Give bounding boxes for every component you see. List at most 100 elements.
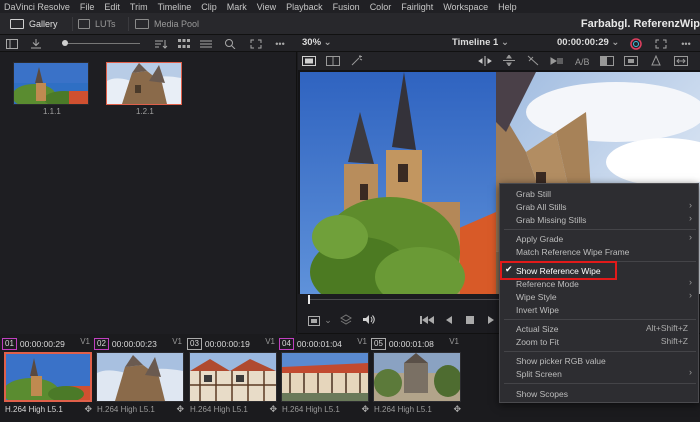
download-icon[interactable]	[30, 38, 42, 49]
skip-to-start-icon[interactable]	[420, 314, 434, 325]
wipe-box-icon[interactable]	[624, 55, 638, 66]
timecode-display[interactable]: 00:00:00:29 ⌄	[557, 37, 619, 48]
clip-codec: H.264 High L5.1	[5, 405, 63, 414]
timecode-value: 00:00:00:29	[557, 37, 609, 48]
wipe-vertical-icon[interactable]	[502, 55, 516, 66]
search-icon[interactable]	[224, 38, 236, 49]
menu-item-grab-all-stills[interactable]: Grab All Stills ›	[500, 200, 698, 213]
playhead[interactable]	[308, 295, 310, 304]
menu-playback[interactable]: Playback	[286, 2, 323, 12]
clip-item[interactable]: 05 00:00:01:08 V1 H.264 High L5.1 ✥	[371, 334, 463, 422]
luts-icon	[78, 19, 90, 29]
panel-tab-row: Gallery LUTs Media Pool Farbabgl. Refere…	[0, 13, 700, 35]
svg-text:A/B: A/B	[575, 57, 590, 66]
menu-mark[interactable]: Mark	[227, 2, 247, 12]
still-label: 1.1.1	[43, 107, 61, 116]
thumbnail-size-slider-knob[interactable]	[62, 40, 68, 46]
menu-item-match-reference-wipe-frame[interactable]: Match Reference Wipe Frame	[500, 245, 698, 258]
menu-item-shortcut: Alt+Shift+Z	[645, 323, 688, 333]
menu-item-show-picker-rgb-value[interactable]: Show picker RGB value	[500, 354, 698, 367]
wipe-diagonal-icon[interactable]	[526, 55, 540, 66]
single-viewer-icon[interactable]	[302, 55, 316, 66]
menu-edit[interactable]: Edit	[104, 2, 120, 12]
clip-number: 02	[94, 337, 109, 350]
menu-fairlight[interactable]: Fairlight	[401, 2, 433, 12]
menu-timeline[interactable]: Timeline	[158, 2, 192, 12]
menu-davinci-resolve[interactable]: DaVinci Resolve	[4, 2, 70, 12]
sort-icon[interactable]	[154, 38, 168, 49]
gallery-still[interactable]	[12, 62, 89, 108]
chevron-right-icon: ›	[689, 213, 692, 223]
clip-header: 05 00:00:01:08	[371, 337, 434, 350]
list-view-icon[interactable]	[200, 38, 212, 49]
timeline-selector[interactable]: Timeline 1 ⌄	[452, 37, 509, 48]
menu-item-actual-size[interactable]: Actual Size Alt+Shift+Z	[500, 322, 698, 335]
split-viewer-icon[interactable]	[326, 55, 340, 66]
menu-item-grab-missing-stills[interactable]: Grab Missing Stills ›	[500, 213, 698, 226]
menu-trim[interactable]: Trim	[130, 2, 148, 12]
menu-item-label: Grab Still	[516, 188, 551, 199]
menu-item-grab-still[interactable]: Grab Still	[500, 187, 698, 200]
tab-media-pool[interactable]: Media Pool	[135, 13, 199, 35]
clip-timecode: 00:00:00:23	[111, 338, 157, 349]
speaker-icon[interactable]	[362, 314, 376, 325]
clip-settings-icon[interactable]: ✥	[176, 404, 184, 415]
tab-luts[interactable]: LUTs	[78, 13, 116, 35]
clip-item[interactable]: 03 00:00:00:19 V1 H.264 High L5.1 ✥	[187, 334, 279, 422]
thumbnail-size-slider-track[interactable]	[62, 43, 140, 44]
clip-settings-icon[interactable]: ✥	[84, 404, 92, 415]
menu-fusion[interactable]: Fusion	[333, 2, 360, 12]
tab-divider	[72, 17, 73, 31]
wipe-venetian-icon[interactable]	[550, 55, 564, 66]
play-icon[interactable]	[486, 314, 496, 325]
viewer-fullscreen-icon[interactable]	[674, 55, 688, 66]
menu-view[interactable]: View	[257, 2, 276, 12]
menu-clip[interactable]: Clip	[201, 2, 217, 12]
clip-settings-icon[interactable]: ✥	[269, 404, 277, 415]
clip-timecode: 00:00:00:19	[204, 338, 250, 349]
sidebar-toggle-icon[interactable]	[6, 38, 18, 49]
clip-header: 03 00:00:00:19	[187, 337, 250, 350]
chevron-down-icon[interactable]: ⌄	[324, 315, 332, 326]
menu-help[interactable]: Help	[498, 2, 517, 12]
menu-item-invert-wipe[interactable]: Invert Wipe	[500, 303, 698, 316]
clip-timecode: 00:00:01:04	[296, 338, 342, 349]
clip-settings-icon[interactable]: ✥	[361, 404, 369, 415]
zoom-level-dropdown[interactable]: 30% ⌄	[302, 37, 332, 48]
magic-wand-icon[interactable]	[350, 55, 364, 66]
clip-header: 04 00:00:01:04	[279, 337, 342, 350]
project-title: Farbabgl. ReferenzWip	[580, 18, 700, 30]
clip-item[interactable]: 04 00:00:01:04 V1 H.264 High L5.1 ✥	[279, 334, 371, 422]
clip-item[interactable]: 01 00:00:00:29 V1 H.264 High L5.1 ✥	[2, 334, 94, 422]
menu-separator	[504, 383, 696, 384]
fullscreen-icon[interactable]	[655, 38, 667, 49]
play-reverse-icon[interactable]	[444, 314, 454, 325]
wipe-horizontal-icon[interactable]	[478, 55, 492, 66]
viewer-options-icon[interactable]: •••	[678, 38, 694, 49]
gallery-options-icon[interactable]: •••	[272, 38, 288, 49]
menu-color[interactable]: Color	[370, 2, 392, 12]
menu-item-zoom-to-fit[interactable]: Zoom to Fit Shift+Z	[500, 335, 698, 348]
menu-item-show-scopes[interactable]: Show Scopes	[500, 387, 698, 400]
menu-workspace[interactable]: Workspace	[443, 2, 488, 12]
clip-item[interactable]: 02 00:00:00:23 V1 H.264 High L5.1 ✥	[94, 334, 186, 422]
layers-icon[interactable]	[340, 314, 352, 325]
clip-settings-icon[interactable]: ✥	[453, 404, 461, 415]
gallery-still-selected[interactable]	[106, 62, 182, 105]
expand-icon[interactable]	[250, 38, 262, 49]
menu-item-split-screen[interactable]: Split Screen ›	[500, 367, 698, 380]
color-wheel-icon[interactable]	[630, 37, 642, 50]
stop-icon[interactable]	[465, 314, 475, 325]
tab-gallery-label: Gallery	[29, 19, 58, 29]
wipe-difference-icon[interactable]	[600, 55, 614, 66]
grid-view-icon[interactable]	[178, 38, 190, 49]
tab-gallery[interactable]: Gallery	[10, 13, 58, 35]
highlight-icon[interactable]	[650, 55, 662, 66]
menu-item-wipe-style[interactable]: Wipe Style ›	[500, 290, 698, 303]
menu-item-apply-grade[interactable]: Apply Grade ›	[500, 232, 698, 245]
wipe-alpha-icon[interactable]: A/B	[574, 55, 590, 66]
clip-number: 03	[187, 337, 202, 350]
menu-bar: DaVinci Resolve File Edit Trim Timeline …	[0, 0, 700, 13]
menu-file[interactable]: File	[80, 2, 95, 12]
viewer-mode-icon[interactable]	[308, 315, 322, 326]
